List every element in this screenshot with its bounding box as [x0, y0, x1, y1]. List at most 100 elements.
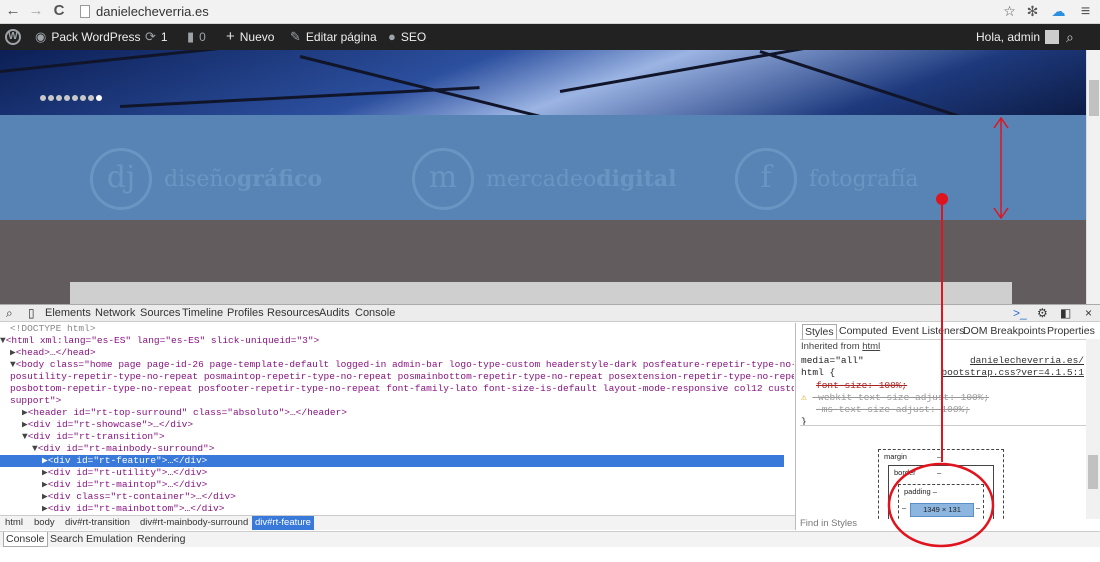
dom-node-head[interactable]: ▶<head>…</head>	[10, 347, 794, 359]
tab-sources[interactable]: Sources	[140, 305, 180, 321]
dom-node-container[interactable]: ▶<div class="rt-container">…</div>	[42, 491, 794, 503]
dom-node-showcase[interactable]: ▶<div id="rt-showcase">…</div>	[22, 419, 794, 431]
back-button[interactable]: ←	[4, 2, 22, 20]
css-close-brace: }	[801, 416, 807, 425]
slider-dot[interactable]	[40, 95, 46, 101]
forward-button[interactable]: →	[27, 2, 45, 20]
avatar	[1045, 30, 1060, 44]
new-content-link[interactable]: + Nuevo	[226, 24, 274, 50]
edit-page-link[interactable]: ✎ Editar página	[290, 24, 377, 50]
tab-profiles[interactable]: Profiles	[227, 305, 264, 321]
page-scrollbar[interactable]	[1086, 50, 1100, 304]
dom-node-body-classes: support">	[10, 395, 62, 406]
drawer-toggle-icon[interactable]: >_	[1013, 305, 1027, 321]
breadcrumb-feature[interactable]: div#rt-feature	[252, 516, 314, 530]
slider-pagination	[40, 92, 104, 104]
inherited-from-link[interactable]: html	[862, 341, 880, 352]
pencil-icon: ✎	[290, 29, 301, 44]
warning-icon: ⚠	[801, 392, 813, 403]
stylesheet-link[interactable]: danielecheverria.es/	[970, 355, 1084, 367]
pane-splitter[interactable]	[795, 323, 796, 530]
breadcrumb-mainbody[interactable]: div#rt-mainbody-surround	[140, 516, 248, 530]
plus-icon: +	[226, 28, 235, 45]
seo-link[interactable]: ● SEO	[388, 24, 426, 50]
dom-node-html[interactable]: ▼<html xml:lang="es-ES" lang="es-ES" sli…	[0, 335, 784, 347]
user-menu[interactable]: Hola, admin	[976, 24, 1060, 50]
tab-resources[interactable]: Resources	[267, 305, 320, 321]
tab-event-listeners[interactable]: Event Listeners	[892, 324, 964, 339]
styles-scrollbar[interactable]	[1086, 339, 1100, 519]
content-container	[70, 282, 1012, 304]
css-rule-webkit-adjust[interactable]: ⚠ -webkit-text-size-adjust: 100%;	[801, 392, 989, 404]
dom-node-transition[interactable]: ▼<div id="rt-transition">	[22, 431, 794, 443]
find-in-styles-input[interactable]: Find in Styles	[800, 518, 1100, 530]
feature-marketing[interactable]: m mercadeodigital	[412, 148, 676, 210]
menu-icon[interactable]: ≡	[1077, 3, 1094, 20]
dom-tree[interactable]: <!DOCTYPE html> ▼<html xml:lang="es-ES" …	[0, 323, 794, 519]
dom-node-maintop[interactable]: ▶<div id="rt-maintop">…</div>	[42, 479, 794, 491]
slider-dot[interactable]	[48, 95, 54, 101]
stylesheet-link-line[interactable]: bootstrap.css?ver=4.1.5:1	[941, 367, 1084, 379]
tab-audits[interactable]: Audits	[319, 305, 350, 321]
tab-styles[interactable]: Styles	[802, 324, 837, 339]
cloud-icon[interactable]: ☁	[1050, 3, 1067, 20]
slider-dot[interactable]	[88, 95, 94, 101]
inspect-icon[interactable]: ⌕	[6, 305, 13, 321]
sidebar-tabs: Styles Computed Event Listeners DOM Brea…	[800, 324, 1100, 339]
styles-pane: Inherited from html media="all" danielec…	[800, 339, 1086, 425]
css-selector: html {	[801, 367, 836, 378]
slider-dot[interactable]	[64, 95, 70, 101]
css-rule-ms-adjust[interactable]: -ms-text-size-adjust: 100%;	[816, 404, 970, 416]
site-name-link[interactable]: ◉ Pack WordPress	[35, 24, 140, 50]
devtools-panel: ⌕ ▯ Elements Network Sources Timeline Pr…	[0, 304, 1100, 562]
dom-node-body[interactable]: ▼<body class="home page page-id-26 page-…	[10, 359, 794, 371]
dom-node-header[interactable]: ▶<header id="rt-top-surround" class="abs…	[22, 407, 794, 419]
tab-elements[interactable]: Elements	[45, 305, 91, 321]
dom-node-mainbody[interactable]: ▼<div id="rt-mainbody-surround">	[32, 443, 794, 455]
tab-properties[interactable]: Properties	[1047, 324, 1095, 339]
dom-doctype: <!DOCTYPE html>	[10, 323, 96, 334]
css-rule-font-size[interactable]: font-size: 100%;	[816, 380, 907, 392]
dom-node-body-classes: posutility-repetir-type-no-repeat posmai…	[10, 371, 794, 382]
dom-node-utility[interactable]: ▶<div id="rt-utility">…</div>	[42, 467, 794, 479]
breadcrumb: html body div#rt-transition div#rt-mainb…	[0, 515, 795, 530]
feature-photography[interactable]: f fotografía	[735, 148, 918, 210]
tab-network[interactable]: Network	[95, 305, 135, 321]
feature-design[interactable]: dj diseñográfico	[90, 148, 322, 210]
extension-icon[interactable]: ✻	[1024, 3, 1041, 20]
dom-node-mainbottom[interactable]: ▶<div id="rt-mainbottom">…</div>	[42, 503, 794, 515]
breadcrumb-transition[interactable]: div#rt-transition	[65, 516, 130, 530]
tab-console[interactable]: Console	[355, 305, 395, 321]
web-page: dj diseñográfico m mercadeodigital f fotogr…	[0, 50, 1086, 304]
media-query: media="all"	[801, 355, 864, 366]
drawer-tab-rendering[interactable]: Rendering	[137, 532, 185, 547]
device-mode-icon[interactable]: ▯	[28, 305, 35, 321]
tab-computed[interactable]: Computed	[839, 324, 887, 339]
close-icon[interactable]: ×	[1085, 305, 1092, 321]
inherited-heading: Inherited from html	[801, 341, 881, 352]
tab-timeline[interactable]: Timeline	[182, 305, 223, 321]
slider-dot[interactable]	[80, 95, 86, 101]
slider-dot[interactable]	[96, 95, 102, 101]
reload-button[interactable]: C	[50, 2, 68, 20]
slider-dot[interactable]	[72, 95, 78, 101]
breadcrumb-html[interactable]: html	[5, 516, 23, 530]
tab-dom-breakpoints[interactable]: DOM Breakpoints	[963, 324, 1046, 339]
drawer-tab-console[interactable]: Console	[3, 532, 48, 547]
dock-side-icon[interactable]: ◧	[1060, 305, 1071, 321]
drawer-tab-emulation[interactable]: Emulation	[86, 532, 133, 547]
comments-link[interactable]: ▮ 0	[187, 24, 206, 50]
rt-feature-section: dj diseñográfico m mercadeodigital f fotogr…	[0, 115, 1086, 220]
updates-link[interactable]: ⟳ 1	[145, 24, 168, 50]
settings-gear-icon[interactable]: ⚙	[1037, 305, 1048, 321]
slider-dot[interactable]	[56, 95, 62, 101]
bookmark-star-icon[interactable]: ☆	[1001, 3, 1018, 20]
wordpress-logo-icon[interactable]: W	[5, 29, 21, 45]
search-icon[interactable]: ⌕	[1066, 24, 1074, 50]
breadcrumb-body[interactable]: body	[34, 516, 55, 530]
address-bar[interactable]: danielecheverria.es	[80, 0, 209, 23]
dom-node-feature-selected[interactable]: ▶<div id="rt-feature">…</div>	[0, 455, 784, 467]
dashboard-icon: ◉	[35, 29, 47, 44]
drawer-tab-search[interactable]: Search	[50, 532, 83, 547]
photography-monogram-icon: f	[735, 148, 797, 210]
